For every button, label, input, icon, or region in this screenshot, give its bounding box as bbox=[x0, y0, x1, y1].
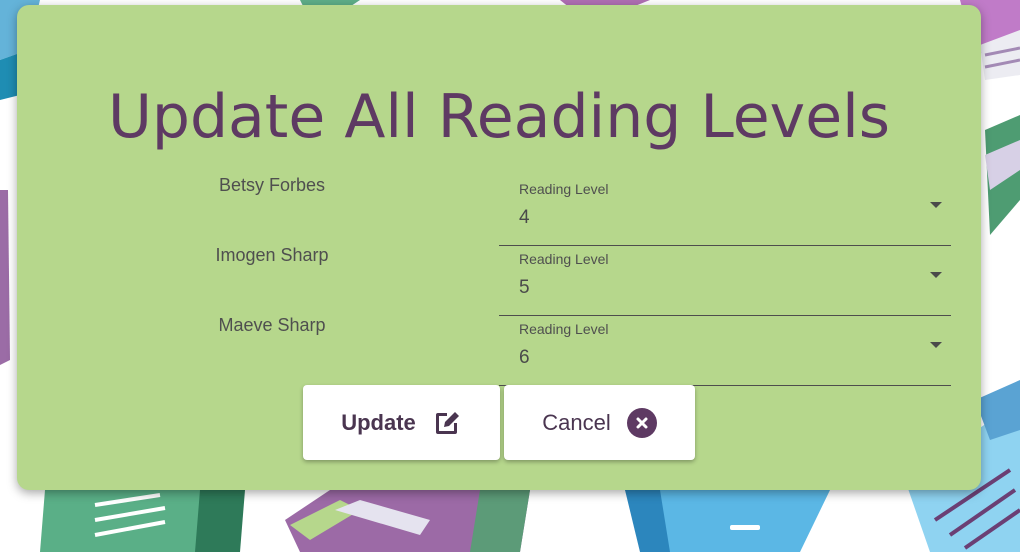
student-name: Betsy Forbes bbox=[218, 175, 326, 195]
select-label: Reading Level bbox=[519, 181, 609, 197]
close-circle-icon bbox=[626, 407, 657, 438]
select-value: 6 bbox=[519, 347, 530, 368]
select-label: Reading Level bbox=[519, 251, 609, 267]
select-value: 5 bbox=[519, 277, 530, 298]
dropdown-caret-icon bbox=[930, 342, 942, 348]
update-button-label: Update bbox=[341, 409, 416, 435]
student-name: Maeve Sharp bbox=[218, 315, 326, 335]
update-button[interactable]: Update bbox=[303, 385, 500, 460]
select-label: Reading Level bbox=[519, 321, 609, 337]
student-name: Imogen Sharp bbox=[215, 245, 329, 265]
edit-icon bbox=[432, 408, 462, 438]
dropdown-caret-icon bbox=[930, 272, 942, 278]
dialog-title: Update All Reading Levels bbox=[107, 82, 891, 152]
reading-level-select[interactable]: Reading Level 4 bbox=[499, 181, 951, 246]
reading-level-select[interactable]: Reading Level 6 bbox=[499, 321, 951, 386]
cancel-button-label: Cancel bbox=[542, 409, 611, 435]
reading-level-select[interactable]: Reading Level 5 bbox=[499, 251, 951, 316]
cancel-button[interactable]: Cancel bbox=[504, 385, 695, 460]
dropdown-caret-icon bbox=[930, 202, 942, 208]
select-value: 4 bbox=[519, 207, 530, 228]
update-reading-levels-dialog: Update All Reading Levels Betsy Forbes R… bbox=[17, 5, 981, 490]
